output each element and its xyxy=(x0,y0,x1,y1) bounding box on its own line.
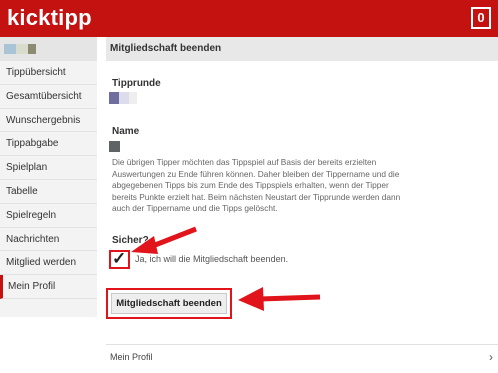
checkmark-icon: ✓ xyxy=(112,249,127,268)
submit-button-highlight: Mitgliedschaft beenden xyxy=(106,288,232,319)
description-text: Die übrigen Tipper möchten das Tippspiel… xyxy=(112,157,401,213)
arrow-to-button xyxy=(238,287,321,311)
chevron-right-icon: › xyxy=(489,350,493,364)
name-label: Name xyxy=(112,126,140,137)
sidebar-header xyxy=(0,37,97,61)
sidebar-item-tippabgabe[interactable]: Tippabgabe xyxy=(0,132,97,157)
main-panel: Mitgliedschaft beenden xyxy=(106,37,498,61)
top-bar: kicktipp 0 xyxy=(0,0,498,37)
sidebar-item-mitglied-werden[interactable]: Mitglied werden xyxy=(0,251,97,276)
sicher-label: Sicher? xyxy=(112,235,149,246)
sidebar-item-mein-profil[interactable]: Mein Profil xyxy=(0,275,97,299)
sidebar-item-wunschergebnis[interactable]: Wunschergebnis xyxy=(0,109,97,133)
pixelated-image xyxy=(4,44,16,54)
tipprunde-label: Tipprunde xyxy=(112,78,161,89)
confirm-checkbox[interactable]: ✓ xyxy=(109,249,130,269)
tipprunde-image xyxy=(109,92,139,104)
submit-button[interactable]: Mitgliedschaft beenden xyxy=(111,293,227,314)
footer-profile-label: Mein Profil xyxy=(110,352,153,362)
sidebar: Tippübersicht Gesamtübersicht Wunscherge… xyxy=(0,37,97,317)
pixelated-image xyxy=(28,44,36,54)
sidebar-item-tippuebersicht[interactable]: Tippübersicht xyxy=(0,61,97,85)
notification-badge[interactable]: 0 xyxy=(471,7,491,29)
sidebar-item-gesamtuebersicht[interactable]: Gesamtübersicht xyxy=(0,85,97,109)
sidebar-item-nachrichten[interactable]: Nachrichten xyxy=(0,228,97,252)
sidebar-item-tabelle[interactable]: Tabelle xyxy=(0,180,97,204)
page-title: Mitgliedschaft beenden xyxy=(106,37,498,61)
sidebar-item-spielplan[interactable]: Spielplan xyxy=(0,156,97,180)
pixelated-image xyxy=(16,44,28,54)
sidebar-item-spielregeln[interactable]: Spielregeln xyxy=(0,204,97,228)
name-image xyxy=(109,141,120,152)
confirm-checkbox-label[interactable]: Ja, ich will die Mitgliedschaft beenden. xyxy=(135,254,288,264)
kicktipp-logo[interactable]: kicktipp xyxy=(7,5,92,31)
footer-profile-link[interactable]: Mein Profil › xyxy=(106,344,498,368)
